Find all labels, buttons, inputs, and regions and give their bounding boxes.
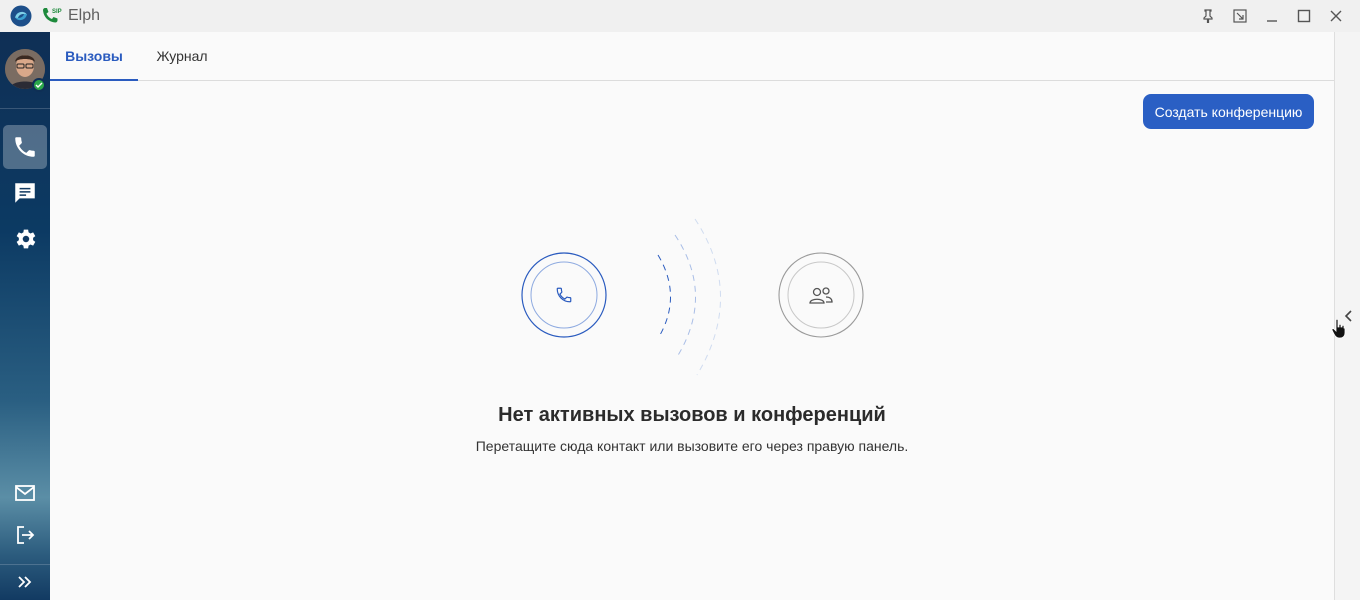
hand-cursor-icon bbox=[1331, 318, 1346, 339]
sidebar-item-mail[interactable] bbox=[3, 471, 47, 515]
sidebar-item-settings[interactable] bbox=[3, 217, 47, 261]
phone-icon bbox=[15, 137, 35, 157]
chat-icon bbox=[15, 183, 35, 203]
sidebar-item-logout[interactable] bbox=[3, 513, 47, 557]
users-icon bbox=[809, 287, 833, 304]
restore-icon bbox=[1233, 9, 1247, 23]
check-icon bbox=[35, 82, 43, 88]
sip-phone-icon: SIP bbox=[43, 8, 62, 23]
minimize-icon bbox=[1267, 20, 1277, 22]
sidebar-expand-button[interactable] bbox=[3, 560, 47, 600]
title-bar: SIP Elph bbox=[0, 0, 1360, 32]
phone-outline-icon bbox=[556, 287, 572, 303]
svg-text:SIP: SIP bbox=[52, 9, 62, 15]
maximize-button[interactable] bbox=[1294, 6, 1314, 26]
tab-journal[interactable]: Журнал bbox=[142, 32, 222, 80]
empty-state-subtitle: Перетащите сюда контакт или вызовите его… bbox=[475, 438, 909, 454]
mail-icon bbox=[15, 485, 35, 501]
empty-state-title: Нет активных вызовов и конференций bbox=[498, 404, 886, 426]
sidebar-divider bbox=[0, 108, 50, 109]
status-online-badge bbox=[32, 78, 46, 92]
gear-icon bbox=[16, 229, 36, 249]
close-icon bbox=[1330, 10, 1342, 22]
logout-icon bbox=[17, 526, 35, 544]
tab-bar: Вызовы Журнал bbox=[50, 32, 1334, 81]
close-button[interactable] bbox=[1326, 6, 1346, 26]
restore-button[interactable] bbox=[1230, 6, 1250, 26]
pin-icon bbox=[1203, 9, 1213, 23]
left-sidebar bbox=[0, 32, 50, 600]
pin-button[interactable] bbox=[1198, 6, 1218, 26]
sidebar-item-calls[interactable] bbox=[3, 125, 47, 169]
create-conference-button[interactable]: Создать конференцию bbox=[1143, 94, 1314, 129]
window-title: Elph bbox=[68, 7, 101, 24]
app-logo-icon bbox=[10, 5, 32, 27]
sidebar-item-chat[interactable] bbox=[3, 171, 47, 215]
minimize-button[interactable] bbox=[1262, 6, 1282, 26]
double-chevron-right-icon bbox=[18, 576, 32, 588]
maximize-icon bbox=[1297, 9, 1311, 23]
empty-state-illustration bbox=[521, 218, 864, 376]
tab-calls[interactable]: Вызовы bbox=[50, 32, 138, 81]
